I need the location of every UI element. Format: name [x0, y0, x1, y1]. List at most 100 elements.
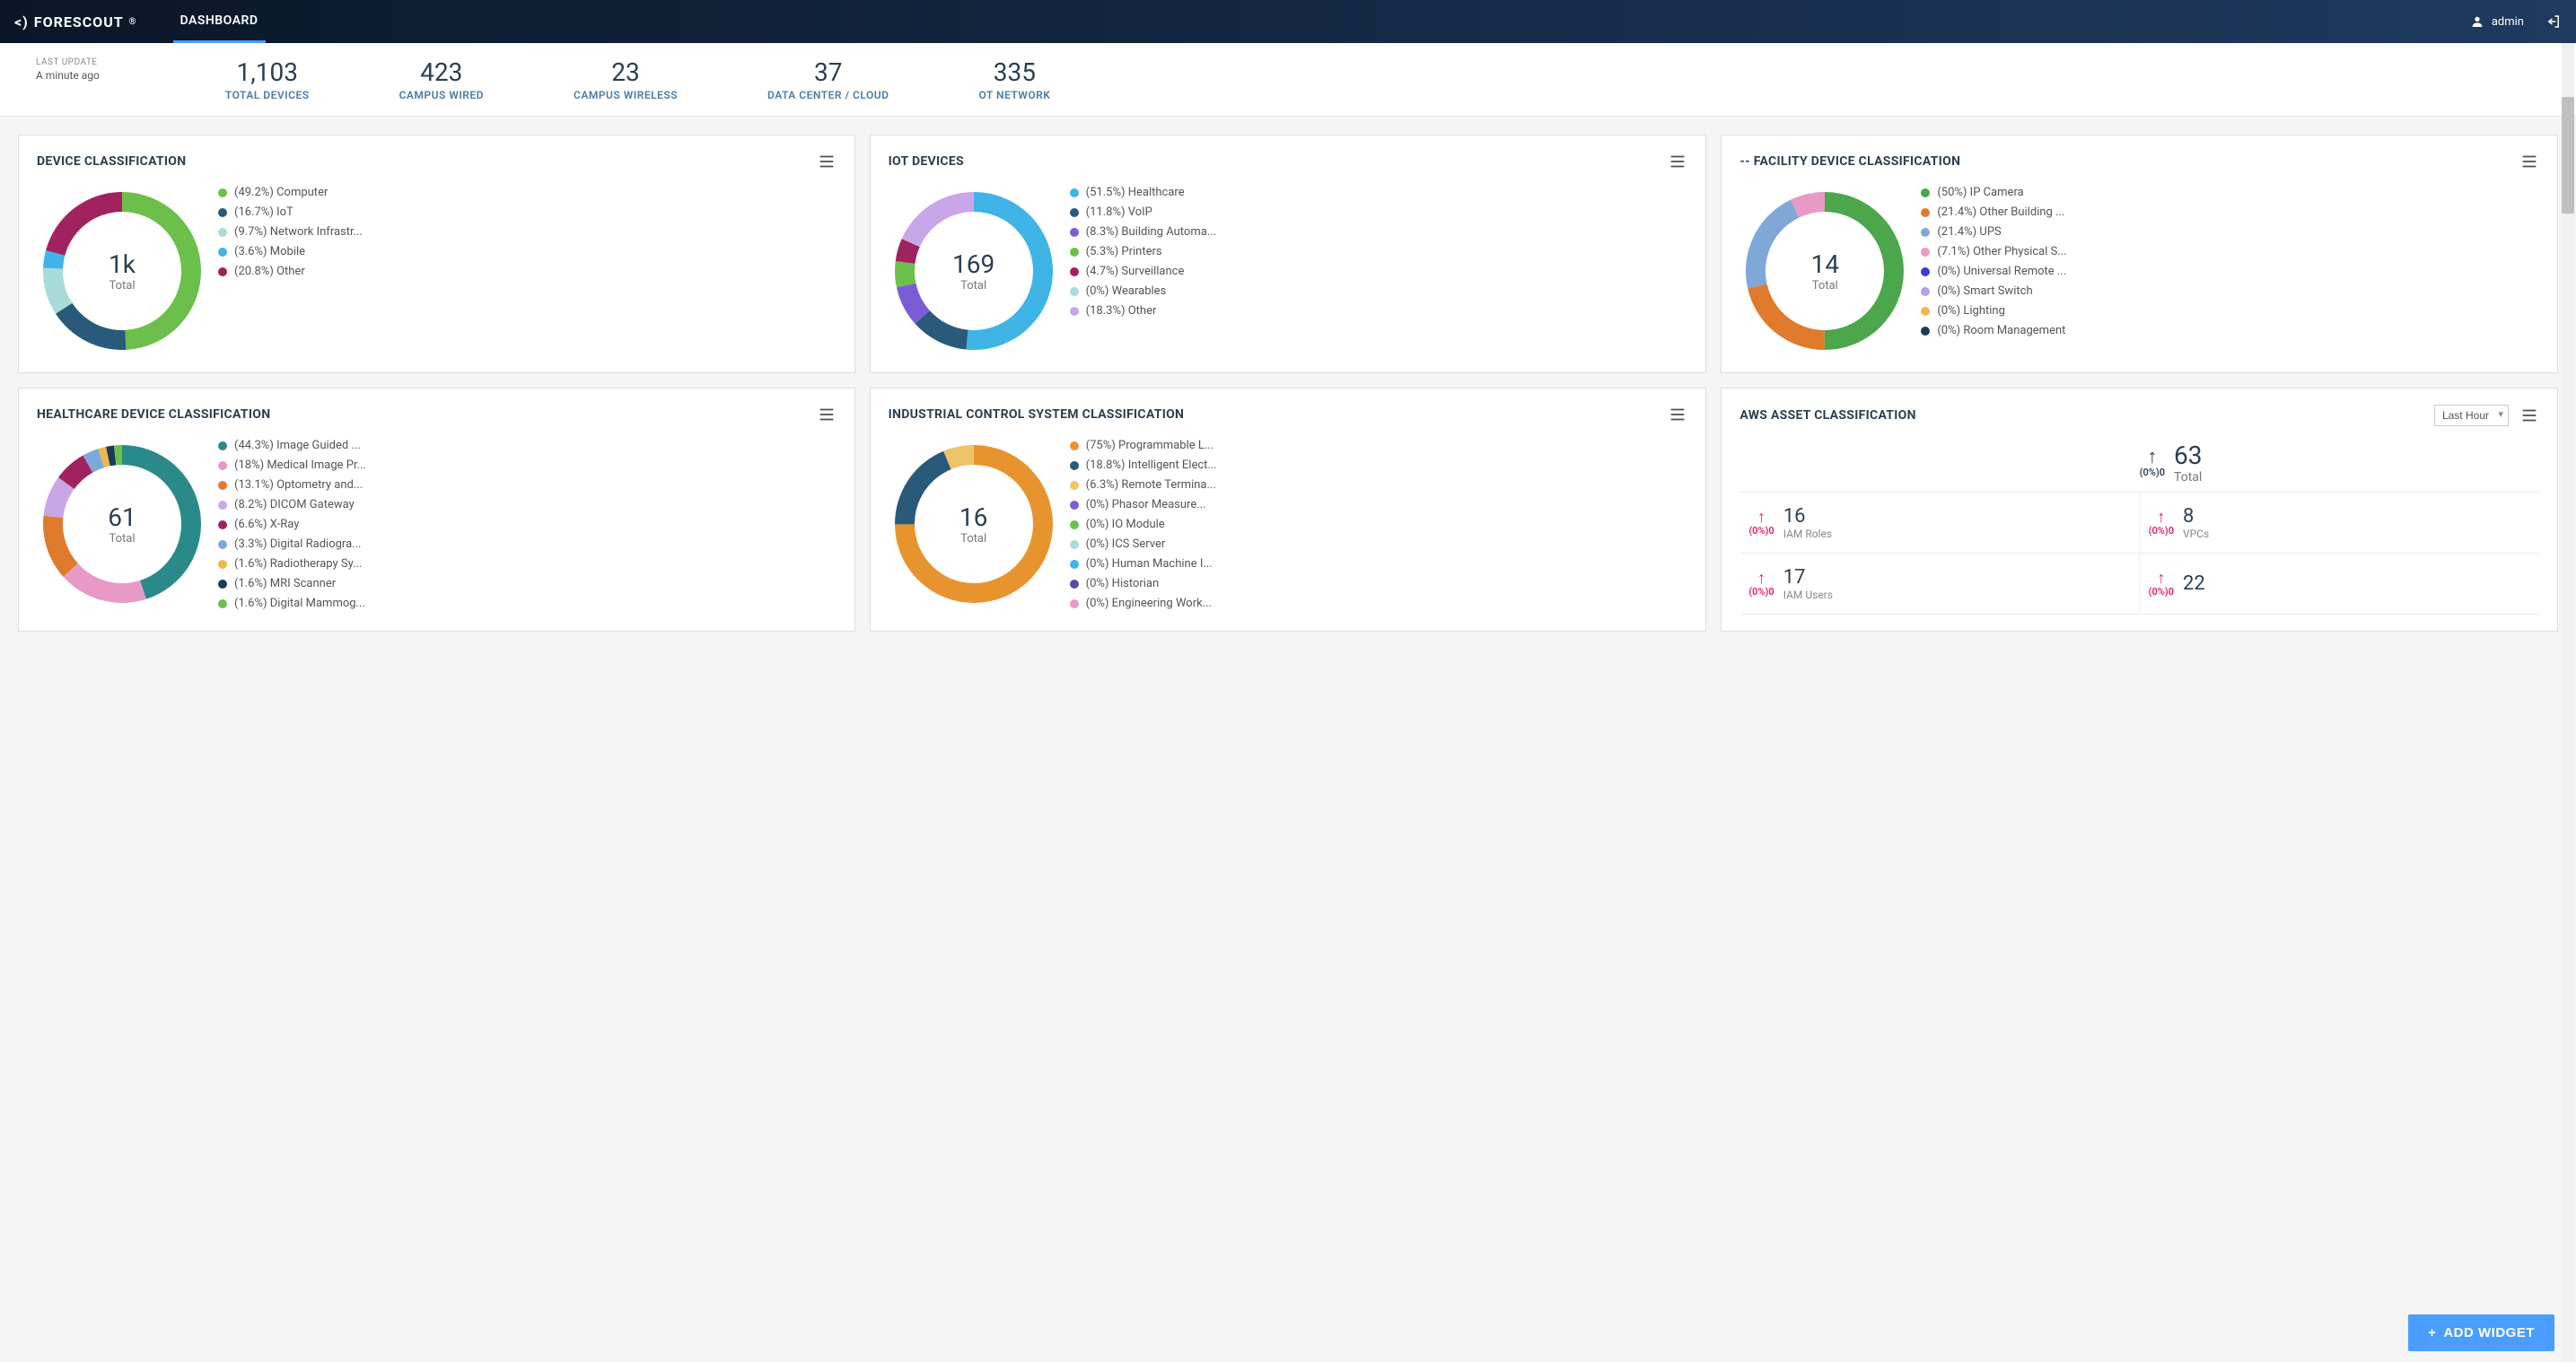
legend-item[interactable]: (0%) Room Management	[1921, 324, 2539, 337]
hamburger-icon[interactable]	[2519, 406, 2539, 425]
aws-cell-value: 22	[2183, 572, 2205, 595]
hamburger-icon[interactable]	[1668, 405, 1687, 424]
summary-item[interactable]: 23 CAMPUS WIRELESS	[574, 57, 678, 101]
legend-dot	[218, 540, 227, 549]
time-range-select[interactable]: Last Hour	[2434, 405, 2509, 426]
legend-item[interactable]: (0%) Smart Switch	[1921, 284, 2539, 298]
legend-item[interactable]: (0%) Historian	[1070, 577, 1688, 590]
aws-metric-cell[interactable]: ↑(0%)0 8 VPCs	[2140, 493, 2539, 554]
donut-total-label: Total	[109, 279, 136, 292]
hamburger-icon[interactable]	[817, 152, 837, 171]
legend-item[interactable]: (75%) Programmable L...	[1070, 439, 1688, 452]
donut-chart[interactable]: 61 Total	[37, 439, 207, 609]
legend-dot	[1070, 599, 1079, 608]
legend-item[interactable]: (0%) IO Module	[1070, 518, 1688, 531]
summary-value: 23	[574, 57, 678, 87]
legend-item[interactable]: (0%) Engineering Work...	[1070, 597, 1688, 610]
legend-dot	[1070, 208, 1079, 217]
scrollbar[interactable]	[2562, 43, 2574, 1362]
aws-metric-cell[interactable]: ↑(0%)0 22	[2140, 554, 2539, 615]
legend-dot	[1070, 267, 1079, 276]
trend-arrow-icon: ↑(0%)0	[1748, 510, 1774, 536]
summary-item[interactable]: 423 CAMPUS WIRED	[399, 57, 484, 101]
donut-total-value: 61	[108, 502, 136, 532]
legend-item[interactable]: (7.1%) Other Physical S...	[1921, 245, 2539, 258]
legend-item[interactable]: (0%) Human Machine I...	[1070, 557, 1688, 571]
legend-text: (5.3%) Printers	[1086, 245, 1162, 258]
donut-total-value: 1k	[109, 249, 136, 279]
aws-cell-label: VPCs	[2183, 528, 2209, 540]
legend-item[interactable]: (0%) ICS Server	[1070, 537, 1688, 551]
legend-item[interactable]: (9.7%) Network Infrastr...	[218, 225, 837, 239]
legend-item[interactable]: (8.3%) Building Automa...	[1070, 225, 1688, 239]
legend-dot	[218, 520, 227, 529]
legend-item[interactable]: (49.2%) Computer	[218, 186, 837, 199]
hamburger-icon[interactable]	[1668, 152, 1687, 171]
donut-chart[interactable]: 1k Total	[37, 186, 207, 356]
summary-item[interactable]: 37 DATA CENTER / CLOUD	[767, 57, 889, 101]
hamburger-icon[interactable]	[2519, 152, 2539, 171]
summary-item[interactable]: 335 OT NETWORK	[978, 57, 1050, 101]
legend-dot	[1921, 267, 1930, 276]
legend-item[interactable]: (3.6%) Mobile	[218, 245, 837, 258]
legend-text: (6.3%) Remote Termina...	[1086, 478, 1216, 492]
legend-item[interactable]: (4.7%) Surveillance	[1070, 265, 1688, 278]
legend-item[interactable]: (18%) Medical Image Pr...	[218, 458, 837, 472]
aws-total-value: 63	[2174, 441, 2202, 470]
dashboard-content: DEVICE CLASSIFICATION 1k Total (49.2%) C…	[0, 117, 2576, 650]
aws-metric-cell[interactable]: ↑(0%)0 17 IAM Users	[1739, 554, 2139, 615]
legend-item[interactable]: (20.8%) Other	[218, 265, 837, 278]
legend-item[interactable]: (18.8%) Intelligent Elect...	[1070, 458, 1688, 472]
legend-item[interactable]: (51.5%) Healthcare	[1070, 186, 1688, 199]
legend-item[interactable]: (11.8%) VoIP	[1070, 205, 1688, 219]
summary-value: 335	[978, 57, 1050, 87]
legend-item[interactable]: (1.6%) Digital Mammog...	[218, 597, 837, 610]
legend-dot	[218, 560, 227, 569]
scrollbar-thumb[interactable]	[2562, 97, 2574, 214]
widget-title: IOT DEVICES	[889, 154, 964, 169]
widget-title: -- FACILITY DEVICE CLASSIFICATION	[1739, 154, 1960, 169]
trend-arrow-icon: ↑(0%)0	[2149, 510, 2174, 536]
legend-item[interactable]: (6.6%) X-Ray	[218, 518, 837, 531]
legend-item[interactable]: (1.6%) Radiotherapy Sy...	[218, 557, 837, 571]
legend-dot	[218, 461, 227, 470]
legend-text: (8.2%) DICOM Gateway	[234, 498, 355, 511]
aws-metric-cell[interactable]: ↑(0%)0 16 IAM Roles	[1739, 493, 2139, 554]
legend-item[interactable]: (3.3%) Digital Radiogra...	[218, 537, 837, 551]
tab-dashboard[interactable]: DASHBOARD	[173, 1, 266, 43]
legend-item[interactable]: (50%) IP Camera	[1921, 186, 2539, 199]
legend-dot	[218, 188, 227, 197]
donut-chart[interactable]: 14 Total	[1739, 186, 1910, 356]
legend-dot	[1070, 307, 1079, 316]
legend-item[interactable]: (18.3%) Other	[1070, 304, 1688, 318]
legend-item[interactable]: (44.3%) Image Guided ...	[218, 439, 837, 452]
legend-item[interactable]: (0%) Phasor Measure...	[1070, 498, 1688, 511]
legend-dot	[1070, 560, 1079, 569]
legend-item[interactable]: (5.3%) Printers	[1070, 245, 1688, 258]
chart-legend: (44.3%) Image Guided ... (18%) Medical Im…	[218, 439, 837, 610]
summary-item[interactable]: 1,103 TOTAL DEVICES	[225, 57, 310, 101]
legend-dot	[1070, 441, 1079, 450]
legend-item[interactable]: (0%) Wearables	[1070, 284, 1688, 298]
user-menu[interactable]: admin	[2470, 14, 2524, 29]
add-widget-button[interactable]: + ADD WIDGET	[2408, 1314, 2554, 1351]
legend-item[interactable]: (1.6%) MRI Scanner	[218, 577, 837, 590]
legend-item[interactable]: (6.3%) Remote Termina...	[1070, 478, 1688, 492]
aws-cell-value: 8	[2183, 505, 2209, 528]
legend-item[interactable]: (0%) Lighting	[1921, 304, 2539, 318]
hamburger-icon[interactable]	[817, 405, 837, 424]
chart-widget: INDUSTRIAL CONTROL SYSTEM CLASSIFICATION…	[870, 388, 1707, 632]
legend-item[interactable]: (8.2%) DICOM Gateway	[218, 498, 837, 511]
logout-icon[interactable]	[2545, 13, 2562, 30]
aws-total-label: Total	[2174, 470, 2202, 485]
legend-item[interactable]: (21.4%) Other Building ...	[1921, 205, 2539, 219]
legend-item[interactable]: (21.4%) UPS	[1921, 225, 2539, 239]
donut-chart[interactable]: 169 Total	[889, 186, 1059, 356]
legend-item[interactable]: (13.1%) Optometry and...	[218, 478, 837, 492]
donut-chart[interactable]: 16 Total	[889, 439, 1059, 609]
legend-text: (16.7%) IoT	[234, 205, 294, 219]
donut-total-value: 14	[1811, 249, 1839, 279]
legend-item[interactable]: (16.7%) IoT	[218, 205, 837, 219]
legend-text: (7.1%) Other Physical S...	[1937, 245, 2066, 258]
legend-item[interactable]: (0%) Universal Remote ...	[1921, 265, 2539, 278]
